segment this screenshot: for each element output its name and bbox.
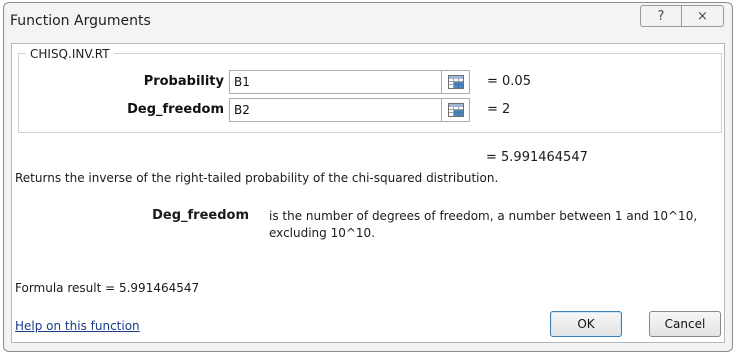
- range-select-icon: [447, 75, 464, 89]
- probability-input[interactable]: [229, 70, 442, 94]
- range-select-icon: [447, 103, 464, 117]
- question-icon: ?: [657, 8, 665, 24]
- deg-freedom-input[interactable]: [229, 98, 442, 122]
- collapse-dialog-button[interactable]: [442, 70, 470, 94]
- collapse-dialog-button[interactable]: [442, 98, 470, 122]
- arguments-group: CHISQ.INV.RT Probability = 0.05: [18, 47, 722, 133]
- argument-row-deg-freedom: Deg_freedom = 2: [19, 98, 719, 122]
- help-link[interactable]: Help on this function: [15, 319, 140, 333]
- cancel-button[interactable]: Cancel: [649, 311, 721, 337]
- argument-help-name: Deg_freedom: [152, 208, 249, 223]
- title-bar[interactable]: Function Arguments ? ×: [4, 3, 732, 39]
- argument-value: = 0.05: [487, 74, 531, 89]
- title-bar-buttons: ? ×: [640, 5, 724, 29]
- function-name: CHISQ.INV.RT: [26, 47, 114, 61]
- function-result: = 5.991464547: [486, 150, 588, 165]
- formula-result: Formula result = 5.991464547: [15, 281, 200, 295]
- argument-label: Probability: [143, 74, 224, 89]
- dialog-title: Function Arguments: [10, 13, 151, 29]
- help-button[interactable]: ?: [640, 5, 682, 27]
- close-icon: ×: [697, 8, 708, 24]
- argument-label: Deg_freedom: [127, 102, 224, 117]
- ok-button[interactable]: OK: [550, 311, 622, 337]
- function-description: Returns the inverse of the right-tailed …: [15, 171, 499, 185]
- dialog-body: CHISQ.INV.RT Probability = 0.05: [11, 43, 725, 343]
- argument-help-text: is the number of degrees of freedom, a n…: [269, 209, 698, 240]
- argument-row-probability: Probability = 0.05: [19, 70, 719, 94]
- close-button[interactable]: ×: [682, 5, 724, 27]
- function-arguments-dialog: Function Arguments ? × CHISQ.INV.RT Prob…: [3, 2, 733, 352]
- argument-value: = 2: [487, 102, 511, 117]
